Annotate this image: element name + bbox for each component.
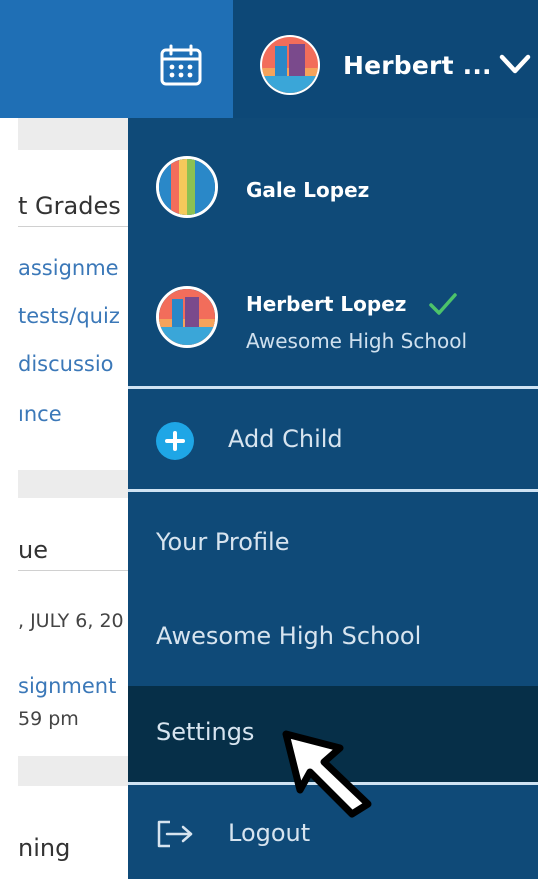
child-name: Herbert Lopez — [246, 292, 407, 316]
logout-icon — [157, 820, 193, 848]
child-school: Awesome High School — [246, 329, 468, 353]
school-item[interactable]: Awesome High School — [128, 590, 538, 686]
due-card: ue , JULY 6, 20 signment 59 pm — [18, 498, 138, 756]
due-card-title: ue — [18, 536, 138, 571]
child-item-herbert[interactable]: Herbert Lopez Awesome High School — [128, 252, 538, 386]
grades-card: t Grades assignme tests/quiz discussio ı… — [18, 150, 138, 470]
grades-link-attendance[interactable]: ınce — [18, 402, 62, 426]
due-assignment-link[interactable]: signment — [18, 674, 116, 698]
calendar-icon — [160, 44, 202, 86]
chevron-down-icon[interactable] — [499, 52, 531, 76]
grades-link-assignments[interactable]: assignme — [18, 256, 119, 280]
app-screen: Herbert ... t Grades assignme tests/quiz… — [0, 0, 538, 879]
avatar — [156, 286, 218, 348]
due-time: 59 pm — [18, 708, 79, 730]
current-user-name: Herbert ... — [343, 50, 492, 80]
your-profile-label: Your Profile — [156, 528, 290, 556]
due-date: , JULY 6, 20 — [18, 610, 124, 632]
plus-icon — [156, 422, 194, 460]
add-child-label: Add Child — [228, 425, 343, 453]
page-margin — [0, 118, 18, 879]
grades-link-discussions[interactable]: discussio — [18, 352, 114, 376]
grades-link-tests[interactable]: tests/quiz — [18, 304, 120, 328]
upcoming-card: ning — [18, 786, 138, 879]
avatar — [260, 35, 320, 95]
checkmark-icon — [429, 293, 457, 315]
settings-label: Settings — [156, 718, 255, 746]
avatar — [156, 156, 218, 218]
grades-card-title: t Grades — [18, 192, 138, 227]
add-child-button[interactable]: Add Child — [128, 389, 538, 489]
school-label: Awesome High School — [156, 622, 422, 650]
logout-label: Logout — [228, 819, 311, 847]
child-item-gale[interactable]: Gale Lopez — [128, 118, 538, 252]
user-dropdown-toggle[interactable]: Herbert ... — [259, 30, 531, 100]
calendar-button[interactable] — [157, 42, 205, 90]
mouse-pointer-icon — [282, 730, 372, 818]
your-profile-item[interactable]: Your Profile — [128, 492, 538, 590]
upcoming-card-title: ning — [18, 834, 71, 862]
child-name: Gale Lopez — [246, 178, 370, 202]
